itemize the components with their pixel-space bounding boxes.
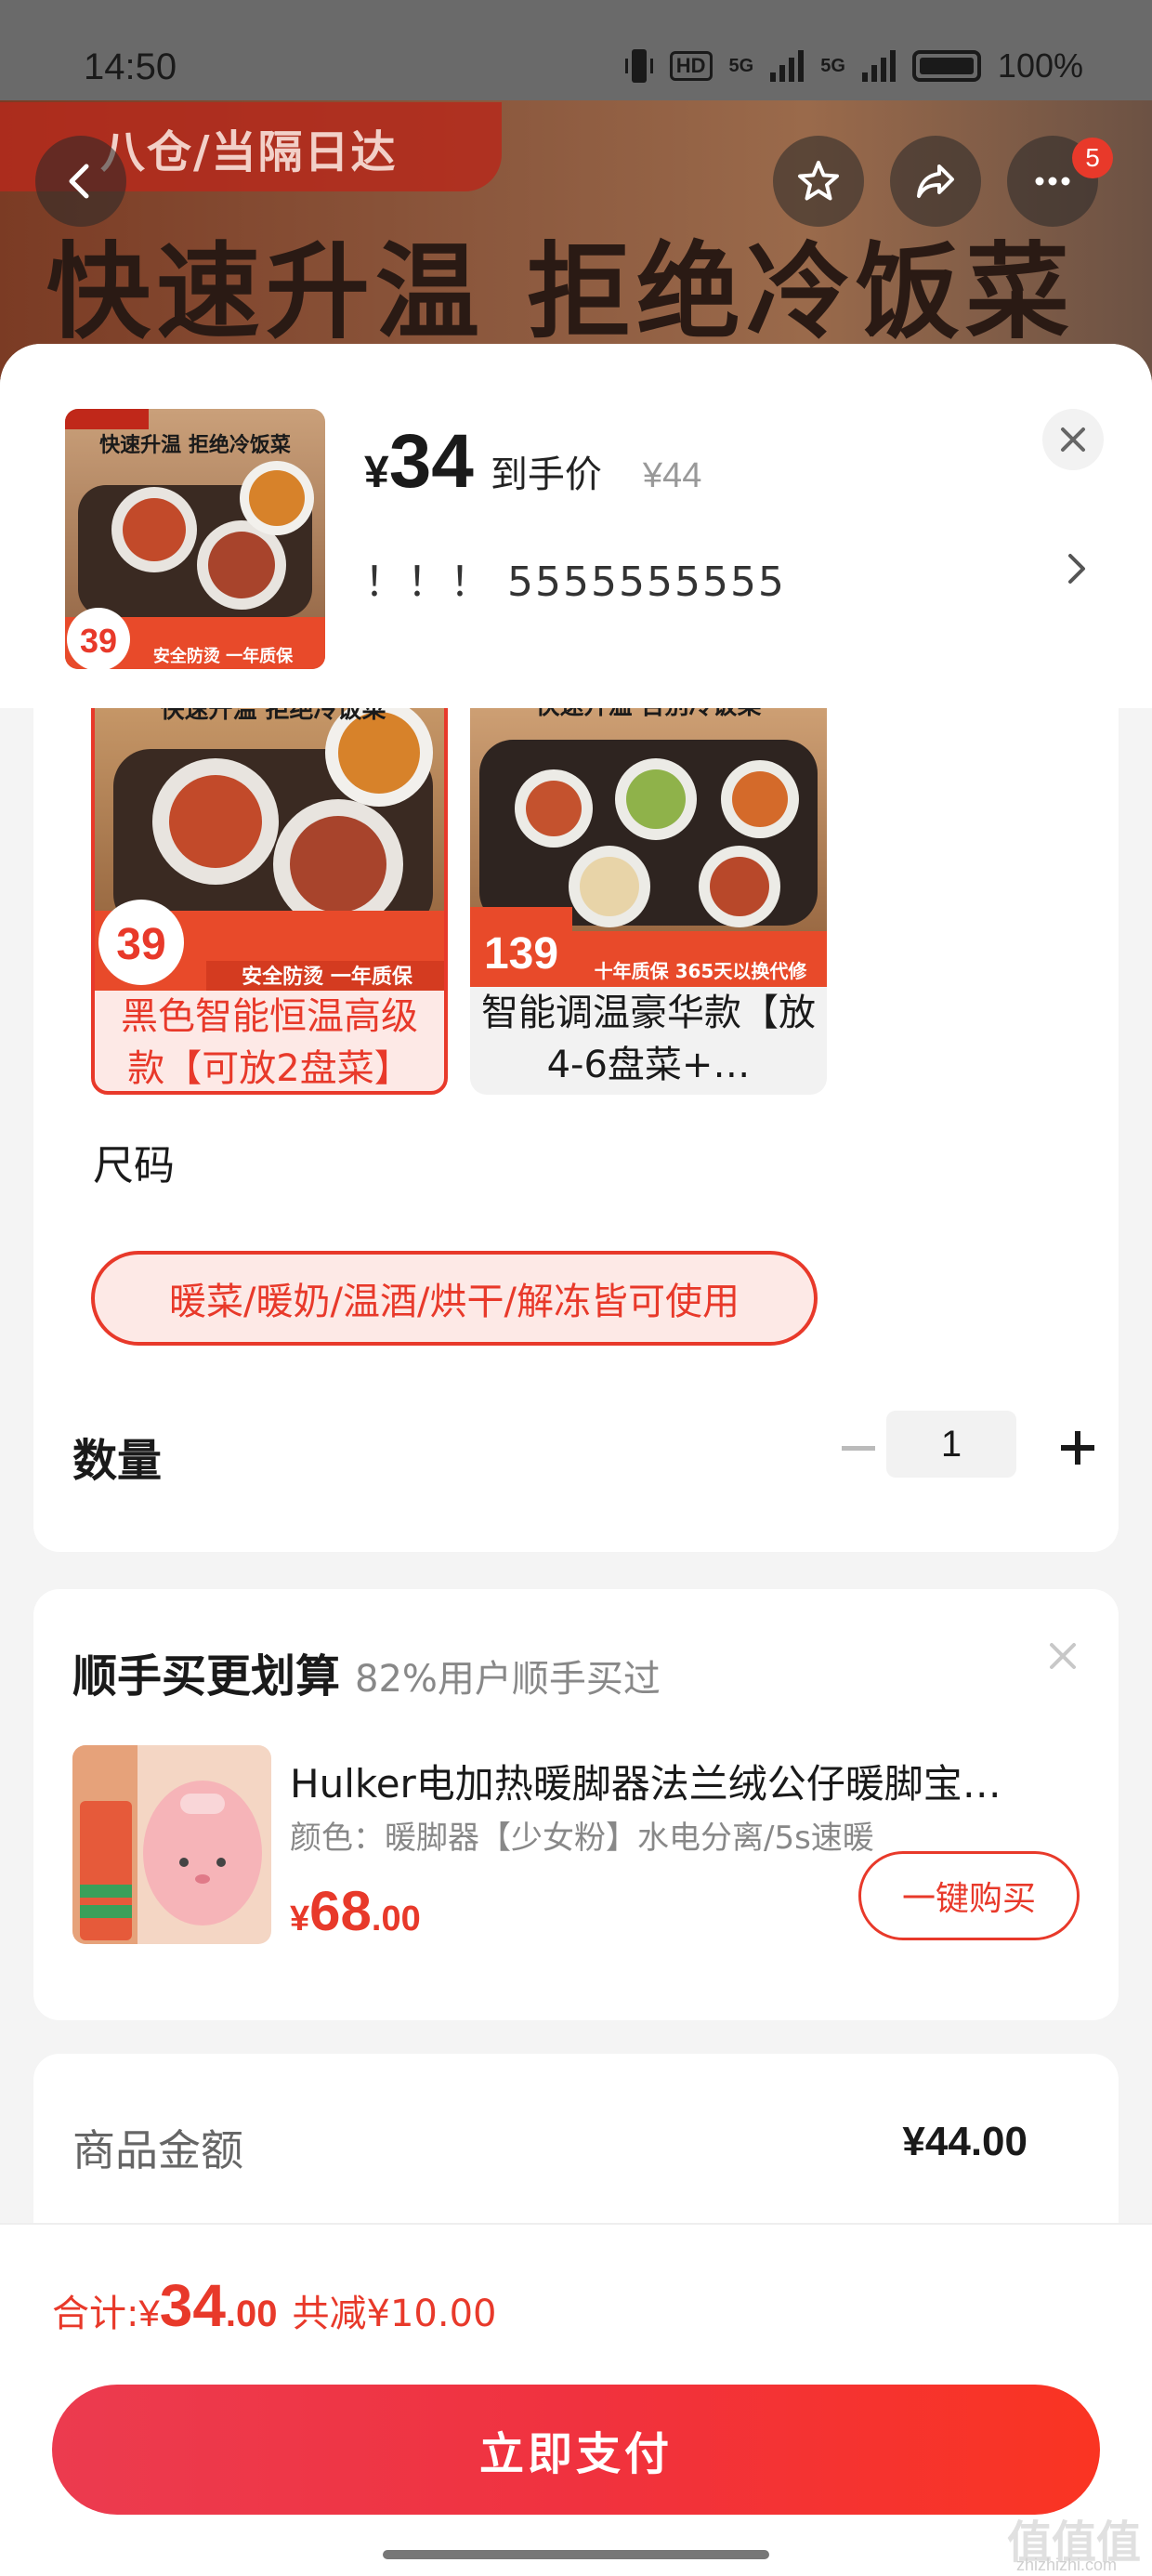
total-row: 合计: ¥ 34 .00 共减¥10.00 (52, 2271, 497, 2340)
back-button[interactable] (35, 136, 126, 227)
addon-close-icon[interactable] (1044, 1637, 1081, 1675)
final-price: 34 (388, 419, 474, 504)
addon-product-name[interactable]: Hulker电加热暖脚器法兰绒公仔暖脚宝… (290, 1753, 1089, 1809)
addon-product-spec: 颜色：暖脚器【少女粉】水电分离/5s速暖 (290, 1820, 874, 1857)
signal-icon-b (861, 50, 896, 82)
status-time: 14:50 (84, 46, 177, 87)
size-option-chip[interactable]: 暖菜/暖奶/温酒/烘干/解冻皆可使用 (91, 1251, 818, 1346)
thumb-headline: 快速升温 拒绝冷饭菜 (99, 433, 291, 457)
favorite-button[interactable] (773, 136, 864, 227)
cart-count-badge: 5 (1072, 138, 1113, 178)
total-discount: 共减¥10.00 (292, 2293, 497, 2335)
quantity-label: 数量 (72, 1435, 163, 1487)
close-sheet-button[interactable] (1042, 409, 1104, 470)
goods-amount-value: ¥44.00 (902, 2119, 1028, 2164)
variant-image-price-1: 39 (116, 920, 165, 969)
addon-title-row: 顺手买更划算 82%用户顺手买过 (72, 1639, 661, 1704)
share-button[interactable] (890, 136, 981, 227)
banner-logo-text: 八仓/当隔日达 (100, 126, 398, 178)
plus-icon (1061, 1431, 1094, 1465)
variant-label-2: 智能调温豪华款【放4-6盘菜+… (481, 992, 816, 1086)
quantity-increase-button[interactable] (1041, 1411, 1115, 1485)
size-section-title: 尺码 (93, 1142, 175, 1189)
thumb-price-tag: 39 (80, 622, 117, 660)
home-indicator[interactable] (383, 2550, 769, 2559)
battery-icon (911, 50, 981, 82)
chevron-right-icon (1067, 550, 1089, 598)
addon-price-dec: .00 (371, 1899, 421, 1939)
addon-price: ¥68.00 (290, 1879, 421, 1943)
minus-icon (842, 1445, 875, 1451)
status-bar: 14:50 HD 5G 5G 100% (0, 37, 1152, 102)
sheet-header: 快速升温 拒绝冷饭菜 39 安全防烫 一年质保 ¥ 34 到手价 ¥44 ！！！… (0, 344, 1152, 708)
price-row: ¥ 34 到手价 ¥44 (364, 418, 701, 506)
back-icon (69, 164, 89, 199)
hd-icon: HD (669, 51, 713, 81)
addon-title: 顺手买更划算 (72, 1650, 341, 1702)
signal-icon-a (770, 50, 805, 82)
share-icon (917, 164, 954, 198)
pay-now-button[interactable]: 立即支付 (52, 2385, 1100, 2515)
spec-card: 39 快速升温 拒绝冷饭菜 安全防烫 一年质保 黑色智能恒温高级款【可放2盘菜】 (33, 623, 1119, 1552)
selected-spec-row[interactable]: ！！！ 5555555555 (364, 548, 1089, 608)
more-icon (1035, 177, 1070, 186)
total-int: 34 (159, 2272, 226, 2339)
addon-subtitle: 82%用户顺手买过 (355, 1658, 661, 1701)
variant-image-2: 139 快速升温 告别冷饭菜 十年质保 365天以换代修 (470, 688, 827, 987)
vibrate-icon (624, 49, 653, 83)
one-click-buy-button[interactable]: 一键购买 (858, 1851, 1080, 1940)
thumb-footer: 安全防烫 一年质保 (153, 646, 294, 666)
watermark-url: zhizhizhi.com (1016, 2556, 1118, 2574)
price-symbol: ¥ (364, 448, 389, 497)
variant-image-footer-1: 安全防烫 一年质保 (242, 965, 413, 989)
status-icons: HD 5G 5G 100% (624, 46, 1083, 85)
checkout-bar: 合计: ¥ 34 .00 共减¥10.00 立即支付 值值值 zhizhizhi… (0, 2223, 1152, 2576)
addon-card: 顺手买更划算 82%用户顺手买过 Hulker电加热暖脚器法兰绒公仔暖脚宝… 颜色… (33, 1589, 1119, 2020)
battery-percent: 100% (997, 46, 1083, 85)
total-dec: .00 (225, 2293, 278, 2334)
variant-label-1: 黑色智能恒温高级款【可放2盘菜】 (121, 995, 418, 1090)
banner-headline: 快速升温 拒绝冷饭菜 (46, 232, 1075, 353)
total-symbol: ¥ (138, 2293, 160, 2334)
product-thumbnail: 快速升温 拒绝冷饭菜 39 安全防烫 一年质保 (65, 409, 325, 669)
final-price-label: 到手价 (490, 453, 602, 496)
quantity-value[interactable]: 1 (886, 1411, 1016, 1478)
network-label-b: 5G (820, 55, 845, 76)
original-price: ¥44 (642, 456, 702, 495)
variant-image-price-2: 139 (484, 929, 558, 979)
selected-spec-text: ！！！ 5555555555 (364, 559, 786, 606)
variant-image-footer-2: 十年质保 365天以换代修 (595, 960, 808, 982)
goods-amount-label: 商品金额 (72, 2125, 243, 2175)
close-icon (1061, 427, 1085, 452)
quantity-decrease-button[interactable] (821, 1411, 896, 1485)
addon-product-image (72, 1745, 271, 1944)
variant-option-2[interactable]: 139 快速升温 告别冷饭菜 十年质保 365天以换代修 智能调温豪华款【放4-… (470, 688, 827, 1095)
variant-option-1[interactable]: 39 快速升温 拒绝冷饭菜 安全防烫 一年质保 黑色智能恒温高级款【可放2盘菜】 (91, 688, 448, 1095)
addon-price-int: 68 (309, 1880, 372, 1942)
variant-image-1: 39 快速升温 拒绝冷饭菜 安全防烫 一年质保 (95, 691, 444, 991)
network-label-a: 5G (728, 55, 754, 76)
addon-price-symbol: ¥ (290, 1899, 310, 1939)
total-label: 合计: (52, 2293, 139, 2335)
star-icon (798, 161, 839, 201)
